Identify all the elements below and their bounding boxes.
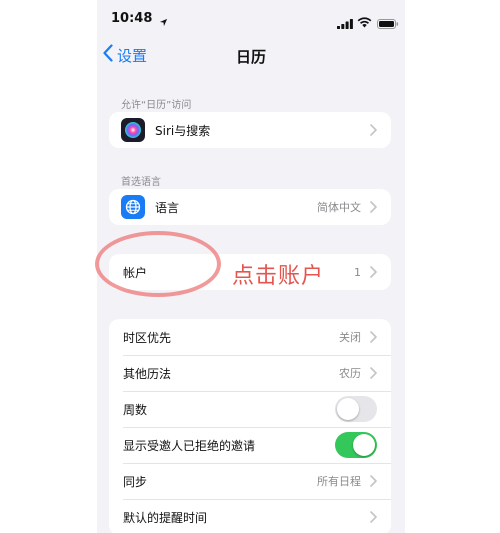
week-numbers-label: 周数 (123, 402, 148, 417)
language-row[interactable]: 语言 简体中文 (109, 189, 391, 225)
location-arrow-icon (159, 12, 168, 31)
alternate-calendar-label: 其他历法 (123, 366, 172, 381)
chevron-right-icon (367, 331, 379, 343)
show-declined-row: 显示受邀人已拒绝的邀请 (109, 427, 391, 463)
accounts-count: 1 (354, 265, 361, 279)
siri-icon (121, 118, 145, 142)
chevron-right-icon (367, 475, 379, 487)
toggle-knob (353, 434, 375, 456)
group-calendar-settings: 时区优先 关闭 其他历法 农历 周数 显示受邀人已拒绝的邀请 同步 所有日程 默… (109, 319, 391, 533)
language-label: 语言 (155, 200, 180, 215)
alternate-calendar-row[interactable]: 其他历法 农历 (109, 355, 391, 391)
battery-icon (377, 14, 399, 33)
week-numbers-toggle[interactable] (335, 396, 377, 422)
toggle-knob (337, 398, 359, 420)
navigation-bar: 设置 日历 (97, 36, 405, 76)
show-declined-toggle[interactable] (335, 432, 377, 458)
week-numbers-row: 周数 (109, 391, 391, 427)
chevron-right-icon (367, 124, 379, 136)
timezone-override-row[interactable]: 时区优先 关闭 (109, 319, 391, 355)
wifi-icon (357, 13, 372, 32)
cellular-signal-icon (337, 14, 353, 33)
chevron-right-icon (367, 266, 379, 278)
siri-search-label: Siri与搜索 (155, 123, 211, 138)
group-preferred-language: 语言 简体中文 (109, 189, 391, 225)
accounts-row[interactable]: 帐户 1 (109, 254, 391, 290)
status-time: 10:48 (111, 11, 153, 26)
siri-search-row[interactable]: Siri与搜索 (109, 112, 391, 148)
sync-label: 同步 (123, 474, 148, 489)
timezone-override-value: 关闭 (339, 331, 361, 344)
chevron-right-icon (367, 367, 379, 379)
section-header-allow-access: 允许“日历”访问 (121, 100, 192, 111)
group-allow-access: Siri与搜索 (109, 112, 391, 148)
chevron-right-icon (367, 201, 379, 213)
default-alert-label: 默认的提醒时间 (123, 510, 208, 525)
globe-icon (121, 195, 145, 219)
show-declined-label: 显示受邀人已拒绝的邀请 (123, 438, 256, 453)
chevron-right-icon (367, 511, 379, 523)
timezone-override-label: 时区优先 (123, 330, 172, 345)
accounts-label: 帐户 (123, 265, 148, 280)
group-accounts: 帐户 1 (109, 254, 391, 290)
status-bar: 10:48 (97, 0, 405, 36)
default-alert-row[interactable]: 默认的提醒时间 (109, 499, 391, 533)
alternate-calendar-value: 农历 (339, 367, 361, 380)
sync-value: 所有日程 (317, 475, 361, 488)
section-header-preferred-language: 首选语言 (121, 177, 161, 188)
language-value: 简体中文 (317, 201, 361, 214)
phone-screen: 10:48 设置 日历 允许“日历”访问 Siri与搜索 首选语言 语言 简体中… (97, 0, 405, 533)
page-title: 日历 (235, 48, 266, 66)
sync-row[interactable]: 同步 所有日程 (109, 463, 391, 499)
